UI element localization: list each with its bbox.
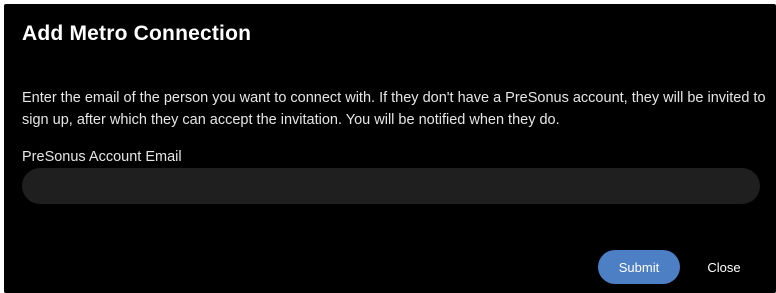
dialog-title: Add Metro Connection [22,22,252,45]
close-button[interactable]: Close [694,250,754,284]
email-field[interactable] [22,168,760,204]
submit-button[interactable]: Submit [598,250,680,284]
email-field-label: PreSonus Account Email [22,149,182,165]
dialog-description: Enter the email of the person you want t… [22,90,766,128]
add-metro-connection-dialog: Add Metro Connection Enter the email of … [4,4,776,293]
